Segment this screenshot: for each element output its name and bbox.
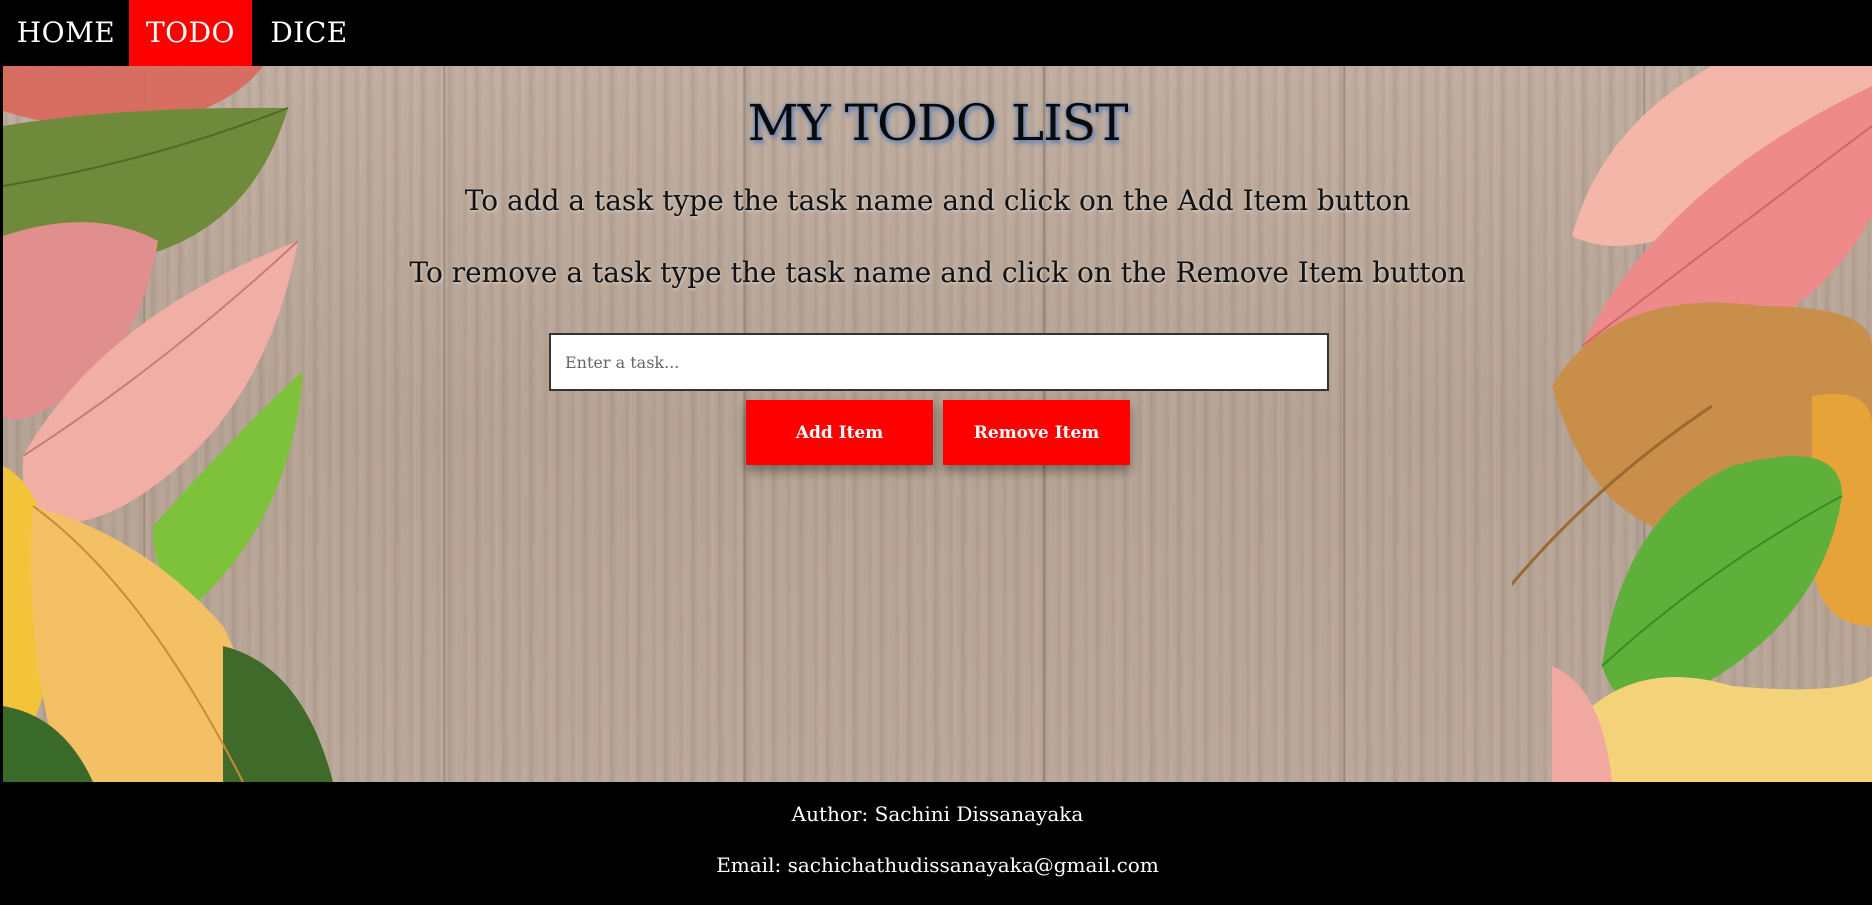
remove-instruction-text: To remove a task type the task name and … xyxy=(409,256,1466,289)
remove-item-button[interactable]: Remove Item xyxy=(943,400,1130,465)
nav-todo-link[interactable]: TODO xyxy=(129,0,252,66)
page-footer: Author: Sachini Dissanayaka Email: sachi… xyxy=(3,782,1872,905)
add-item-button[interactable]: Add Item xyxy=(746,400,933,465)
nav-dice-link[interactable]: DICE xyxy=(256,0,362,66)
todo-main-section: MY TODO LIST To add a task type the task… xyxy=(3,66,1872,782)
autumn-leaves-left-image xyxy=(3,66,333,782)
top-navbar: HOME TODO DICE xyxy=(0,0,1872,66)
autumn-leaves-right-image xyxy=(1512,66,1872,782)
footer-email: Email: sachichathudissanayaka@gmail.com xyxy=(716,853,1159,877)
nav-home-link[interactable]: HOME xyxy=(4,0,128,66)
task-input[interactable] xyxy=(549,333,1329,391)
footer-author: Author: Sachini Dissanayaka xyxy=(791,802,1084,826)
page-title: MY TODO LIST xyxy=(747,94,1129,152)
add-instruction-text: To add a task type the task name and cli… xyxy=(464,184,1411,217)
